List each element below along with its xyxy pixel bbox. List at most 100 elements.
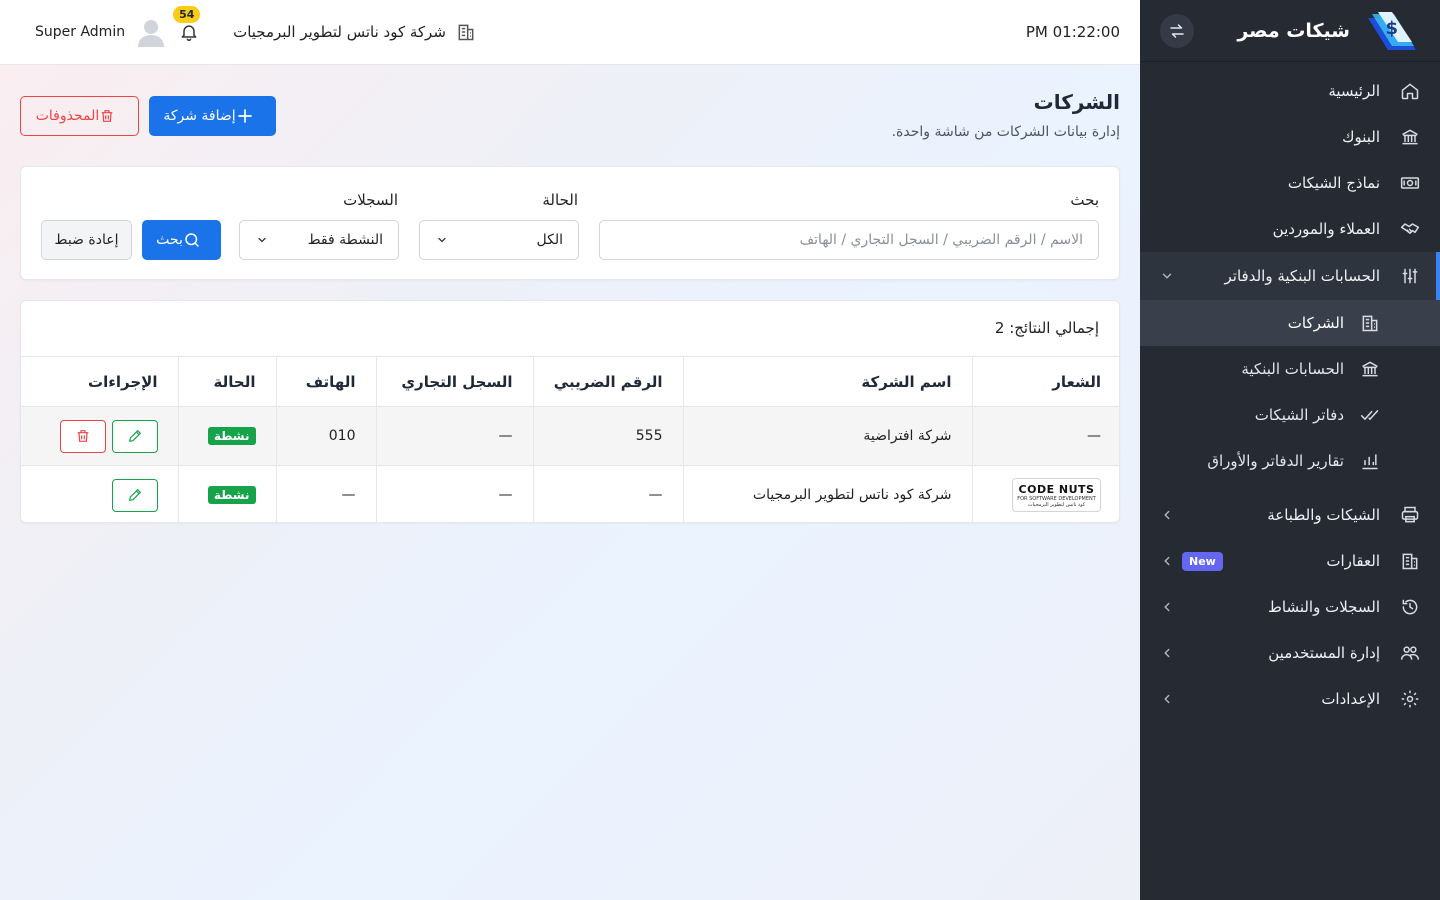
status-label: الحالة (542, 191, 578, 209)
sidebar-item-settings[interactable]: الإعدادات (1140, 676, 1440, 722)
company-name: شركة كود ناتس لتطوير البرمجيات (233, 23, 446, 41)
chevron-left-icon (1164, 556, 1170, 566)
sidebar-item-label: العقارات (1326, 552, 1380, 570)
company-logo: CODE NUTS FOR SOFTWARE DEVELOPMENT كود ن… (1012, 478, 1101, 513)
sidebar-item-label: السجلات والنشاط (1268, 598, 1380, 616)
sidebar-item-label: العملاء والموردين (1272, 220, 1380, 238)
cell-status: نشطة (177, 465, 276, 522)
sidebar-subitem-checkbooks[interactable]: دفاتر الشيكات (1140, 392, 1440, 438)
handshake-icon (1400, 223, 1420, 234)
building-icon (1362, 315, 1378, 332)
delete-button[interactable] (59, 419, 106, 453)
double-check-icon (1360, 410, 1379, 421)
svg-text:$: $ (1385, 18, 1398, 39)
status-badge: نشطة (207, 427, 256, 445)
status-select[interactable]: الكل (419, 220, 579, 260)
sidebar-subitem-label: دفاتر الشيكات (1254, 406, 1344, 424)
notifications[interactable]: 54 (173, 6, 201, 42)
cell-tax-number: 555 (532, 406, 683, 466)
sidebar: $ شيكات مصر الرئيسية البنوك نماذج الشيكا… (1140, 0, 1440, 900)
sidebar-item-label: إدارة المستخدمين (1268, 644, 1380, 662)
col-tax-number: الرقم الضريبي (532, 356, 683, 407)
plus-icon (237, 109, 252, 123)
trash-icon (101, 110, 113, 122)
col-company-name: اسم الشركة (682, 356, 972, 407)
col-commercial-register: السجل التجاري (375, 356, 533, 407)
gear-icon (1401, 690, 1419, 708)
add-company-button[interactable]: إضافة شركة (149, 96, 276, 136)
building-icon (458, 24, 474, 41)
page-subtitle: إدارة بيانات الشركات من شاشة واحدة. (891, 124, 1120, 140)
page-title: الشركات (1033, 90, 1120, 114)
sidebar-item-check-templates[interactable]: نماذج الشيكات (1140, 160, 1440, 206)
user-area: Super Admin 54 (20, 6, 201, 47)
edit-button[interactable] (111, 478, 158, 512)
sidebar-item-checks-printing[interactable]: الشيكات والطباعة (1140, 492, 1440, 538)
history-icon (1402, 599, 1418, 615)
clock: PM 01:22:00 (1025, 23, 1120, 41)
chevron-down-icon (1162, 273, 1172, 279)
sidebar-header: $ شيكات مصر (1140, 0, 1440, 62)
sidebar-item-clients[interactable]: العملاء والموردين (1140, 206, 1440, 252)
deleted-items-button[interactable]: المحذوفات (20, 96, 139, 136)
chevron-left-icon (1164, 648, 1170, 658)
results-total: إجمالي النتائج: 2 (994, 319, 1099, 337)
deleted-items-label: المحذوفات (35, 108, 100, 124)
sidebar-item-label: الإعدادات (1321, 690, 1380, 708)
home-icon (1401, 83, 1419, 100)
cell-actions (21, 465, 178, 522)
add-company-label: إضافة شركة (163, 108, 236, 124)
swap-arrows-icon (1170, 23, 1184, 38)
chevron-down-icon (258, 237, 266, 243)
sidebar-item-home[interactable]: الرئيسية (1140, 68, 1440, 114)
search-icon (185, 233, 199, 247)
sidebar-item-real-estate[interactable]: العقارات New (1140, 538, 1440, 584)
brand-logo-icon: $ (1368, 11, 1416, 50)
cell-commercial-register: — (375, 406, 533, 466)
sidebar-toggle-button[interactable] (1160, 13, 1194, 48)
sidebar-item-users[interactable]: إدارة المستخدمين (1140, 630, 1440, 676)
records-select[interactable]: النشطة فقط (239, 220, 399, 260)
sidebar-item-logs[interactable]: السجلات والنشاط (1140, 584, 1440, 630)
col-logo: الشعار (971, 356, 1119, 407)
cell-company-name: شركة افتراضية (682, 406, 972, 466)
main-content: PM 01:22:00 شركة كود ناتس لتطوير البرمجي… (0, 0, 1140, 900)
topbar: PM 01:22:00 شركة كود ناتس لتطوير البرمجي… (0, 0, 1140, 65)
sidebar-subitem-bank-accounts[interactable]: الحسابات البنكية (1140, 346, 1440, 392)
money-icon (1400, 177, 1420, 189)
records-label: السجلات (343, 191, 398, 209)
table-header-row: الشعار اسم الشركة الرقم الضريبي السجل ال… (21, 356, 1119, 407)
search-button[interactable]: بحث (142, 220, 221, 260)
reset-button[interactable]: إعادة ضبط (41, 220, 132, 260)
bar-chart-icon (1362, 454, 1378, 470)
sidebar-item-label: الحسابات البنكية والدفاتر (1224, 267, 1380, 285)
chevron-left-icon (1164, 510, 1170, 520)
sidebar-subitem-reports[interactable]: تقارير الدفاتر والأوراق (1140, 438, 1440, 484)
cell-status: نشطة (177, 406, 276, 466)
cell-tax-number: — (532, 465, 683, 522)
sidebar-subitem-companies[interactable]: الشركات (1140, 300, 1440, 346)
table-row: — شركة افتراضية 555 — 010 نشطة (21, 406, 1119, 466)
users-icon (1400, 646, 1420, 660)
col-phone: الهاتف (275, 356, 376, 407)
logo-arabic: كود ناتس لتطوير البرمجيات (1027, 501, 1086, 508)
cell-actions (21, 406, 178, 466)
col-status: الحالة (177, 356, 276, 407)
sidebar-submenu: الشركات الحسابات البنكية دفاتر الشيكات ت… (1140, 300, 1440, 484)
chevron-down-icon (438, 237, 446, 243)
edit-button[interactable] (111, 419, 158, 453)
sidebar-item-banks[interactable]: البنوك (1140, 114, 1440, 160)
results-card: إجمالي النتائج: 2 الشعار اسم الشركة الرق… (20, 300, 1120, 523)
pencil-icon (128, 489, 141, 502)
user-name[interactable]: Super Admin (35, 24, 125, 40)
sidebar-subitem-label: تقارير الدفاتر والأوراق (1207, 452, 1344, 470)
trash-icon (77, 430, 88, 442)
col-actions: الإجراءات (21, 356, 178, 407)
avatar[interactable] (137, 17, 165, 47)
logo-title: CODE NUTS (1018, 482, 1095, 496)
search-button-label: بحث (156, 232, 183, 248)
company-selector[interactable]: شركة كود ناتس لتطوير البرمجيات (233, 22, 476, 42)
sidebar-item-bank-accounts-books[interactable]: الحسابات البنكية والدفاتر (1140, 252, 1440, 300)
search-input[interactable]: الاسم / الرقم الضريبي / السجل التجاري / … (599, 220, 1099, 260)
status-badge: نشطة (207, 486, 256, 505)
